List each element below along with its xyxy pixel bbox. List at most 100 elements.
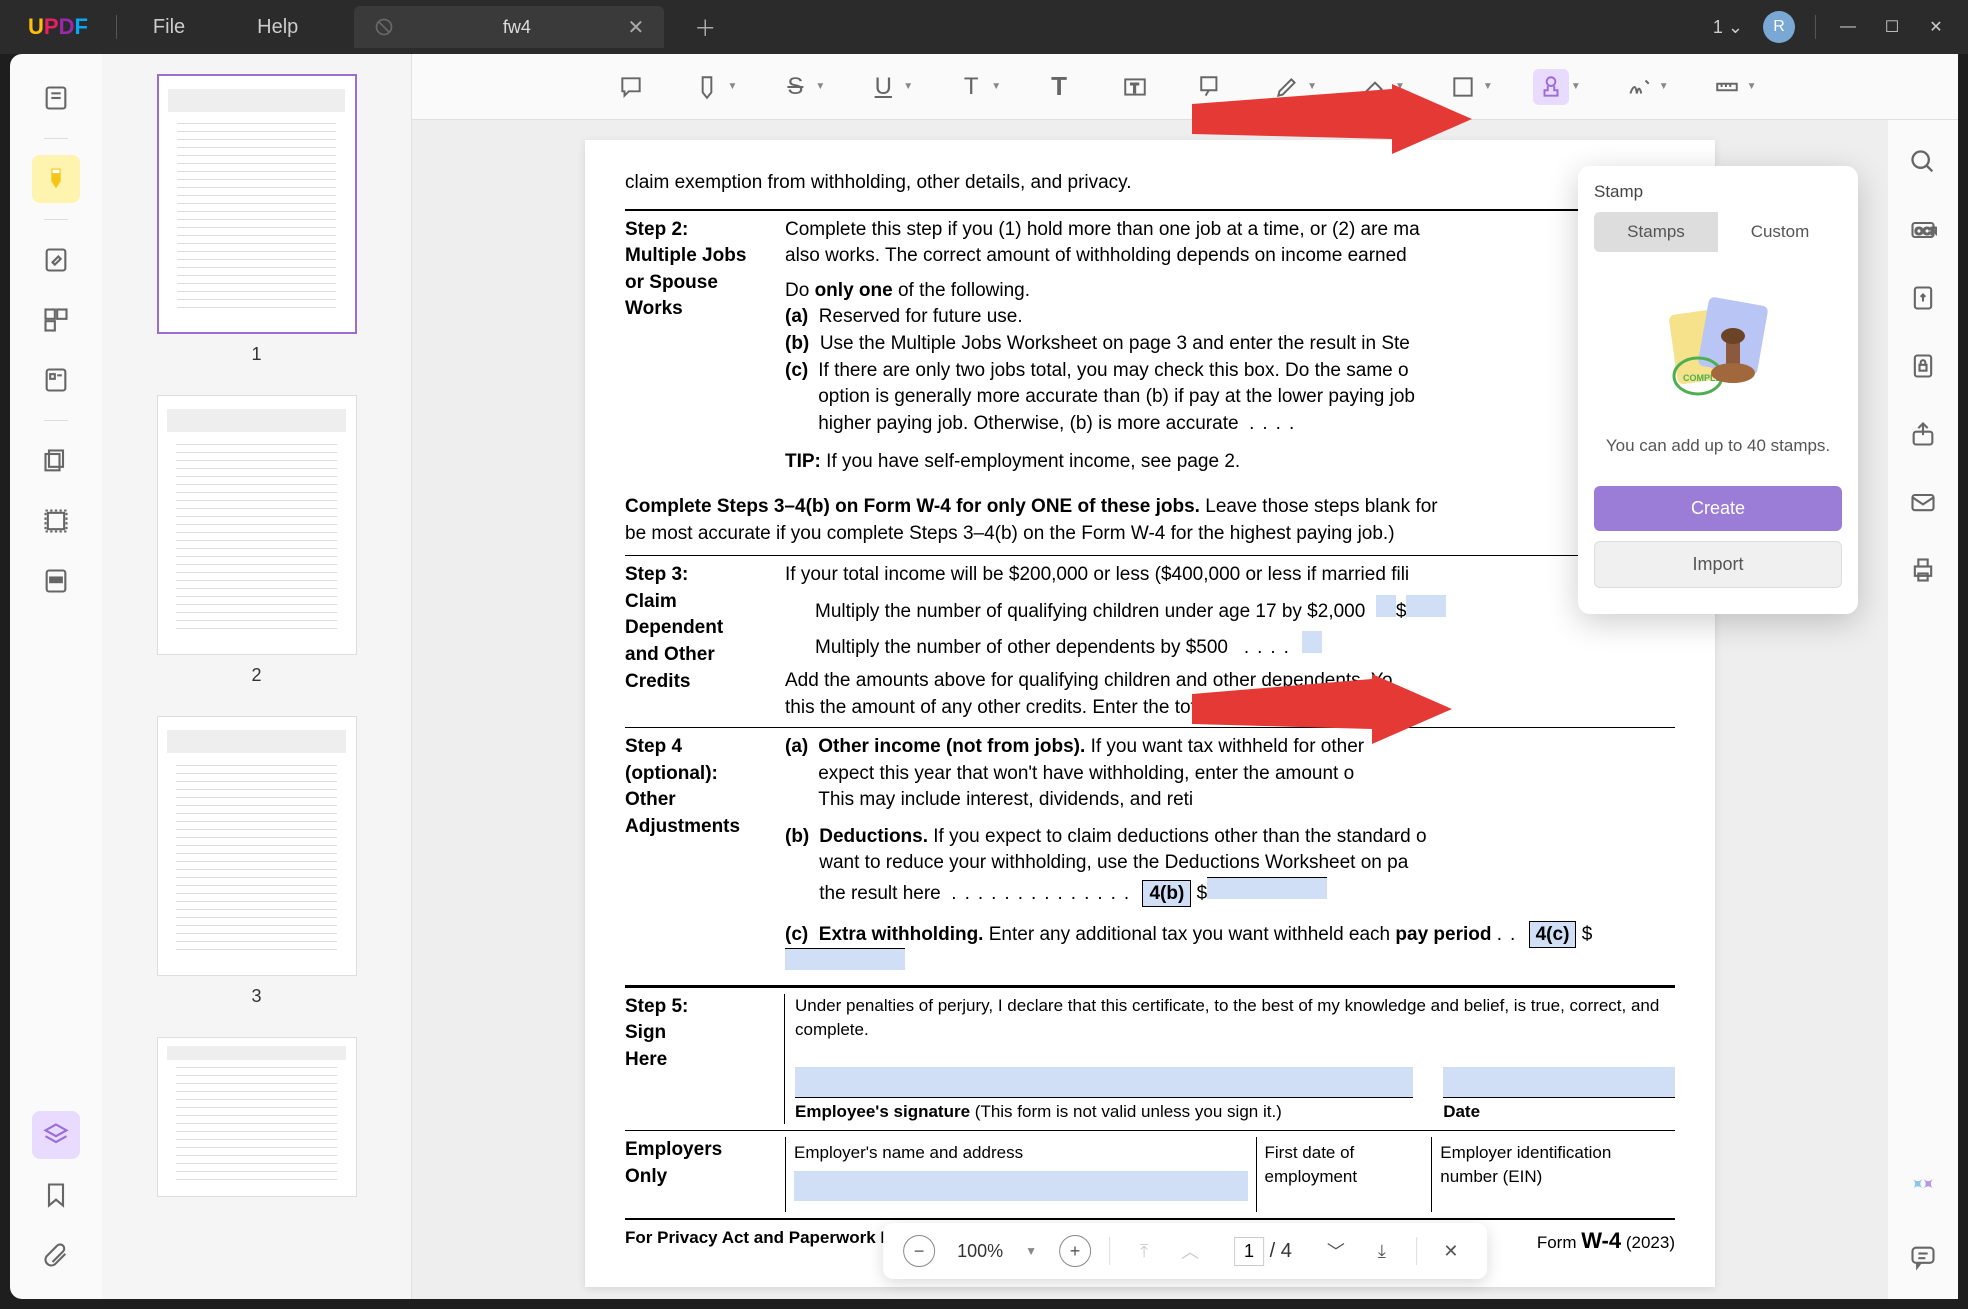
close-icon[interactable]: ✕ <box>1924 15 1948 39</box>
footer-text: Form W-4 (2023) <box>1537 1226 1675 1257</box>
comment-mode-button[interactable] <box>32 155 80 203</box>
tab[interactable]: fw4 ✕ <box>354 6 664 48</box>
thumbnail[interactable] <box>157 716 357 976</box>
signature-tool[interactable] <box>1621 69 1657 105</box>
step-sub: Dependent <box>625 615 785 642</box>
menu-file[interactable]: File <box>117 16 221 39</box>
left-sidebar <box>10 54 102 1299</box>
signature-field[interactable] <box>795 1067 1413 1097</box>
page-indicator[interactable]: 1 ⌄ <box>1713 17 1743 38</box>
text: (c)If there are only two jobs total, you… <box>785 358 1675 438</box>
thumbnail-panel: 1 2 3 <box>102 54 412 1299</box>
attachment-button[interactable] <box>32 1231 80 1279</box>
reader-mode-button[interactable] <box>32 74 80 122</box>
form-field[interactable] <box>1406 595 1446 617</box>
menu-help[interactable]: Help <box>221 16 334 39</box>
text-tool[interactable]: T <box>1041 69 1077 105</box>
custom-tab[interactable]: Custom <box>1718 212 1842 252</box>
date-field[interactable] <box>1443 1067 1675 1097</box>
svg-text:OCR: OCR <box>1915 226 1937 238</box>
step-sub: Claim <box>625 589 785 616</box>
zoom-in-button[interactable]: + <box>1059 1235 1091 1267</box>
user-avatar[interactable]: R <box>1763 11 1795 43</box>
text: Complete this step if you (1) hold more … <box>785 217 1675 244</box>
strikethrough-tool[interactable]: S <box>777 69 813 105</box>
text: Under penalties of perjury, I declare th… <box>795 994 1675 1042</box>
print-icon[interactable] <box>1905 552 1941 588</box>
form-field[interactable]: Employer's name and address <box>785 1137 1256 1212</box>
thumbnail[interactable] <box>157 395 357 655</box>
thumbnail-number: 2 <box>251 665 261 686</box>
text: Multiply the number of qualifying childr… <box>815 595 1675 626</box>
maximize-icon[interactable]: ☐ <box>1880 15 1904 39</box>
import-stamp-button[interactable]: Import <box>1594 541 1842 588</box>
redact-button[interactable] <box>32 557 80 605</box>
textbox-tool[interactable]: T <box>1117 69 1153 105</box>
text: If your total income will be $200,000 or… <box>785 562 1675 589</box>
search-icon[interactable] <box>1905 144 1941 180</box>
form-field[interactable]: First date of employment <box>1256 1137 1432 1212</box>
protect-icon[interactable] <box>1905 348 1941 384</box>
ai-icon[interactable] <box>1905 1171 1941 1207</box>
thumbnail[interactable] <box>157 1037 357 1197</box>
squiggly-tool[interactable]: T <box>953 69 989 105</box>
first-page-button[interactable]: ⤒ <box>1128 1235 1160 1267</box>
text: (c) Extra withholding. Enter any additio… <box>785 922 1675 979</box>
note-tool[interactable] <box>613 69 649 105</box>
email-icon[interactable] <box>1905 484 1941 520</box>
document-page: claim exemption from withholding, other … <box>585 140 1715 1287</box>
step-title: Step 4 <box>625 734 785 761</box>
form-field[interactable] <box>1302 631 1322 653</box>
export-icon[interactable] <box>1905 280 1941 316</box>
step-sub: Sign <box>625 1020 776 1047</box>
stamps-tab[interactable]: Stamps <box>1594 212 1718 252</box>
chat-icon[interactable] <box>1905 1239 1941 1275</box>
step-title: Step 3: <box>625 562 785 589</box>
measure-tool[interactable] <box>1709 69 1745 105</box>
form-field[interactable] <box>785 948 905 970</box>
app-logo: UPDF <box>0 14 116 40</box>
zoom-out-button[interactable]: − <box>903 1235 935 1267</box>
text: Multiply the number of other dependents … <box>815 631 1675 662</box>
close-bar-button[interactable]: ✕ <box>1435 1235 1467 1267</box>
create-stamp-button[interactable]: Create <box>1594 486 1842 531</box>
step-sub: Adjustments <box>625 814 785 841</box>
text: (b) Use the Multiple Jobs Worksheet on p… <box>785 331 1675 358</box>
share-icon[interactable] <box>1905 416 1941 452</box>
crop-button[interactable] <box>32 497 80 545</box>
form-field[interactable]: Employer identification number (EIN) <box>1431 1137 1675 1212</box>
organize-mode-button[interactable] <box>32 296 80 344</box>
thumbnail[interactable] <box>157 74 357 334</box>
prev-page-button[interactable]: ︿ <box>1174 1235 1206 1267</box>
page-input[interactable]: / 4 <box>1220 1237 1306 1266</box>
form-field[interactable] <box>1376 595 1396 617</box>
workspace: 1 2 3 ▼ S▼ U▼ T▼ T T ▼ ▼ ▼ ▼ ▼ ▼ claim e <box>10 54 1958 1299</box>
panel-title: Stamp <box>1594 182 1842 202</box>
layers-button[interactable] <box>32 1111 80 1159</box>
text: (b)Deductions. If you expect to claim de… <box>785 824 1675 908</box>
ocr-icon[interactable]: OCR <box>1905 212 1941 248</box>
next-page-button[interactable]: ﹀ <box>1320 1235 1352 1267</box>
annotation-toolbar: ▼ S▼ U▼ T▼ T T ▼ ▼ ▼ ▼ ▼ ▼ <box>412 54 1958 120</box>
titlebar: UPDF File Help fw4 ✕ ＋ 1 ⌄ R — ☐ ✕ <box>0 0 1968 54</box>
text: Employee's signature (This form is not v… <box>795 1097 1413 1124</box>
main-area: ▼ S▼ U▼ T▼ T T ▼ ▼ ▼ ▼ ▼ ▼ claim exempti… <box>412 54 1958 1299</box>
step-sub: and Other <box>625 642 785 669</box>
stamp-hint: You can add up to 40 stamps. <box>1594 436 1842 456</box>
form-mode-button[interactable] <box>32 356 80 404</box>
field-label: Employer identification <box>1440 1141 1667 1165</box>
zoom-dropdown-icon[interactable]: ▼ <box>1025 1244 1045 1258</box>
tab-close-icon[interactable]: ✕ <box>628 15 645 40</box>
tab-title: fw4 <box>406 17 627 38</box>
minimize-icon[interactable]: — <box>1836 15 1860 39</box>
form-field[interactable] <box>1207 877 1327 899</box>
underline-tool[interactable]: U <box>865 69 901 105</box>
edit-mode-button[interactable] <box>32 236 80 284</box>
highlight-tool[interactable] <box>689 69 725 105</box>
step-sub: Other <box>625 787 785 814</box>
batch-button[interactable] <box>32 437 80 485</box>
last-page-button[interactable]: ⤓ <box>1366 1235 1398 1267</box>
bookmark-button[interactable] <box>32 1171 80 1219</box>
tab-add-button[interactable]: ＋ <box>684 11 726 43</box>
stamp-tool[interactable] <box>1533 69 1569 105</box>
